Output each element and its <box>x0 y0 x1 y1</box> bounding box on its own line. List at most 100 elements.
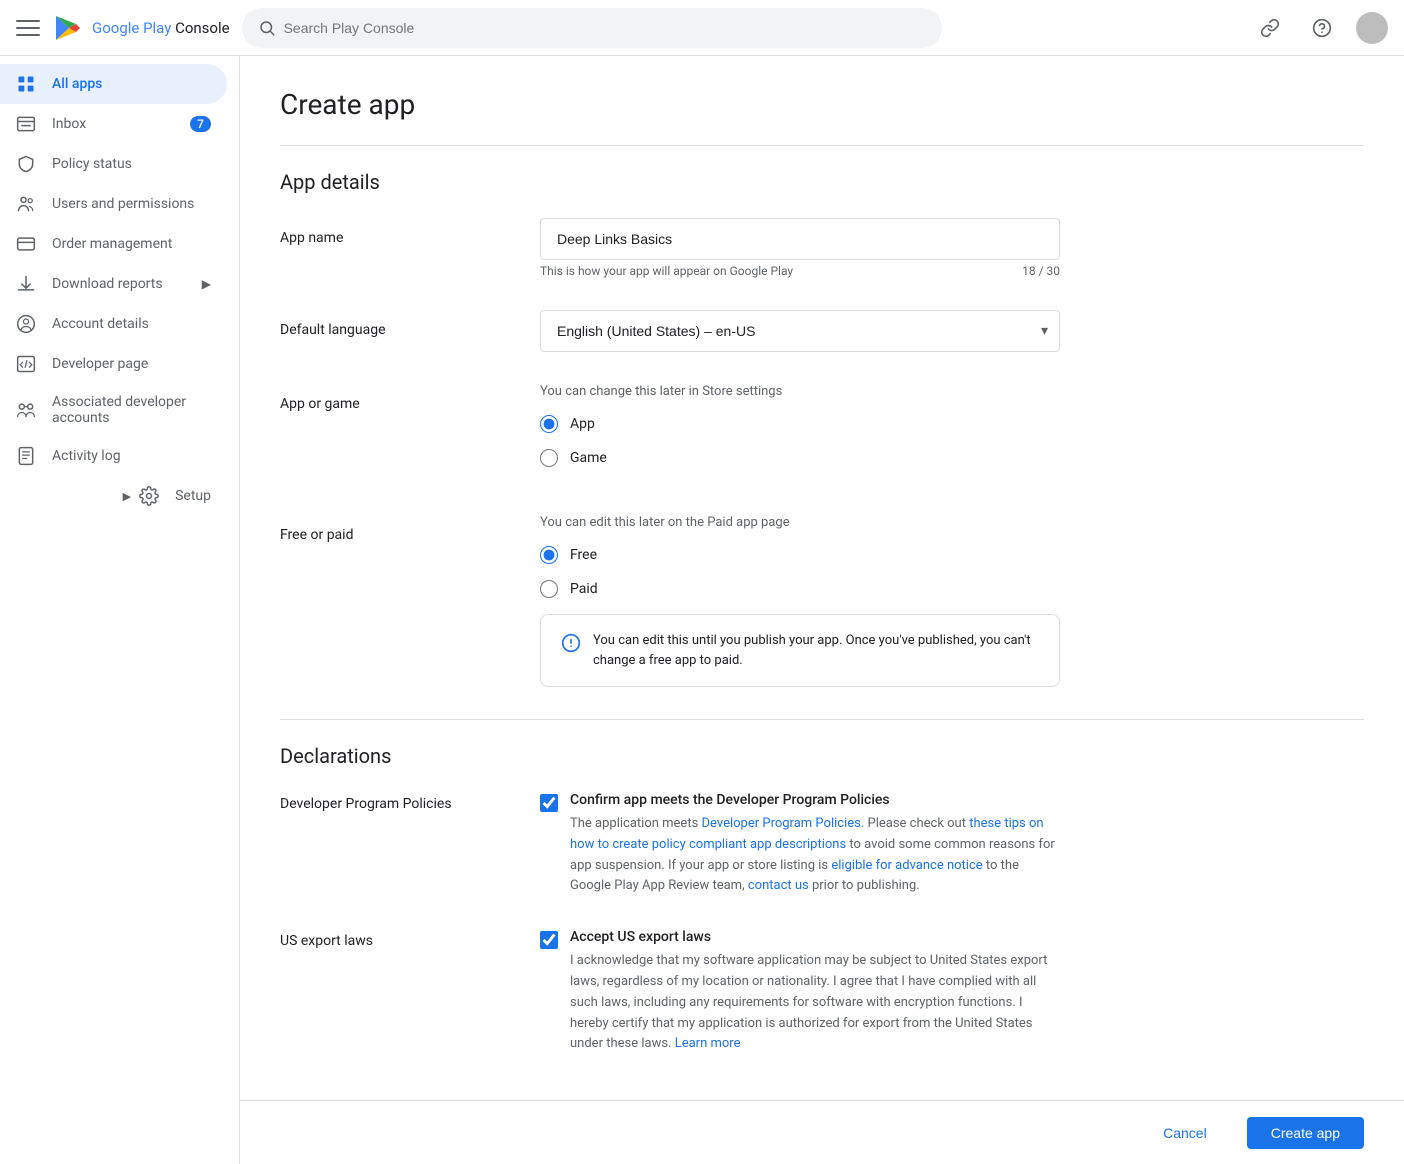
app-name-row: App name This is how your app will appea… <box>280 218 1364 278</box>
sidebar-item-label: Developer page <box>52 356 148 372</box>
sidebar-item-label: Users and permissions <box>52 196 194 212</box>
developer-program-checkbox[interactable] <box>540 794 558 812</box>
free-or-paid-row: Free or paid You can edit this later on … <box>280 515 1364 687</box>
us-export-laws-content: Accept US export laws I acknowledge that… <box>540 929 1060 1055</box>
sidebar-item-developer-page[interactable]: Developer page <box>0 344 227 384</box>
grid-icon <box>16 74 36 94</box>
radio-game[interactable]: Game <box>540 449 1060 467</box>
sidebar-item-label: Account details <box>52 316 149 332</box>
sidebar-item-account-details[interactable]: Account details <box>0 304 227 344</box>
avatar[interactable] <box>1356 12 1388 44</box>
sidebar-item-label: Setup <box>175 488 211 504</box>
sidebar-item-label: All apps <box>52 76 102 92</box>
sidebar-item-label: Associated developer accounts <box>52 394 211 426</box>
info-icon <box>561 633 581 653</box>
link-icon-button[interactable] <box>1252 10 1288 46</box>
expand-icon: ▶ <box>202 277 211 291</box>
developer-program-content: Confirm app meets the Developer Program … <box>540 792 1060 897</box>
advance-notice-link[interactable]: eligible for advance notice <box>831 858 982 873</box>
cancel-button[interactable]: Cancel <box>1139 1117 1231 1149</box>
topbar: Google Play Console <box>0 0 1404 56</box>
radio-free-label: Free <box>570 547 597 563</box>
developer-program-option: Confirm app meets the Developer Program … <box>540 792 1060 897</box>
radio-app-label: App <box>570 416 595 432</box>
sidebar-item-policy-status[interactable]: Policy status <box>0 144 227 184</box>
logo-text: Google Play Console <box>92 19 230 37</box>
default-language-row: Default language English (United States)… <box>280 310 1364 352</box>
radio-app[interactable]: App <box>540 415 1060 433</box>
sidebar: All apps Inbox 7 Policy status <box>0 56 240 1164</box>
sidebar-item-activity-log[interactable]: Activity log <box>0 436 227 476</box>
free-or-paid-field: You can edit this later on the Paid app … <box>540 515 1060 687</box>
us-export-laws-checkbox[interactable] <box>540 931 558 949</box>
app-name-hint-text: This is how your app will appear on Goog… <box>540 264 793 278</box>
default-language-field: English (United States) – en-US Spanish … <box>540 310 1060 352</box>
app-name-label: App name <box>280 218 500 246</box>
help-icon-button[interactable] <box>1304 10 1340 46</box>
app-details-heading: App details <box>280 170 1364 194</box>
search-icon <box>258 19 276 37</box>
sidebar-item-label: Activity log <box>52 448 121 464</box>
radio-paid[interactable]: Paid <box>540 580 1060 598</box>
bottom-bar: Cancel Create app <box>240 1100 1404 1164</box>
sidebar-item-setup[interactable]: ▶ Setup <box>0 476 227 516</box>
app-name-hint: This is how your app will appear on Goog… <box>540 264 1060 278</box>
radio-free[interactable]: Free <box>540 546 1060 564</box>
gear-icon <box>139 486 159 506</box>
divider-top <box>280 145 1364 146</box>
help-icon <box>1312 18 1332 38</box>
search-bar[interactable] <box>242 8 942 48</box>
us-export-laws-desc: I acknowledge that my software applicati… <box>570 951 1060 1055</box>
sidebar-item-users-permissions[interactable]: Users and permissions <box>0 184 227 224</box>
developer-program-label: Developer Program Policies <box>280 792 500 897</box>
contact-us-link[interactable]: contact us <box>748 878 809 893</box>
free-paid-info-text: You can edit this until you publish your… <box>593 631 1039 670</box>
topbar-actions <box>1252 10 1388 46</box>
logo[interactable]: Google Play Console <box>52 12 230 44</box>
app-name-char-count: 18 / 30 <box>1022 264 1060 278</box>
divider-declarations <box>280 719 1364 720</box>
document-icon <box>16 446 36 466</box>
default-language-label: Default language <box>280 310 500 338</box>
free-or-paid-label: Free or paid <box>280 515 500 543</box>
main-content: Create app App details App name This is … <box>240 56 1404 1164</box>
free-paid-info-box: You can edit this until you publish your… <box>540 614 1060 687</box>
radio-paid-input[interactable] <box>540 580 558 598</box>
default-language-select-wrap: English (United States) – en-US Spanish … <box>540 310 1060 352</box>
declarations-heading: Declarations <box>280 744 1364 768</box>
sidebar-item-inbox[interactable]: Inbox 7 <box>0 104 227 144</box>
app-name-input-wrap <box>540 218 1060 260</box>
developer-program-title: Confirm app meets the Developer Program … <box>570 792 1060 808</box>
developer-program-policies-link[interactable]: Developer Program Policies <box>702 816 861 831</box>
sidebar-item-label: Policy status <box>52 156 132 172</box>
inbox-icon <box>16 114 36 134</box>
radio-free-input[interactable] <box>540 546 558 564</box>
sidebar-item-associated-accounts[interactable]: Associated developer accounts <box>0 384 227 436</box>
create-app-button[interactable]: Create app <box>1247 1117 1364 1149</box>
sidebar-item-label: Download reports <box>52 276 163 292</box>
app-name-input[interactable] <box>540 218 1060 260</box>
radio-game-input[interactable] <box>540 449 558 467</box>
shield-icon <box>16 154 36 174</box>
sidebar-item-label: Order management <box>52 236 172 252</box>
search-input[interactable] <box>284 20 926 36</box>
sidebar-item-order-management[interactable]: Order management <box>0 224 227 264</box>
radio-paid-label: Paid <box>570 581 598 597</box>
credit-card-icon <box>16 234 36 254</box>
sidebar-item-all-apps[interactable]: All apps <box>0 64 227 104</box>
radio-app-input[interactable] <box>540 415 558 433</box>
app-or-game-field: You can change this later in Store setti… <box>540 384 1060 483</box>
default-language-select[interactable]: English (United States) – en-US Spanish … <box>540 310 1060 352</box>
us-export-laws-title: Accept US export laws <box>570 929 1060 945</box>
logo-icon <box>52 12 84 44</box>
person-circle-icon <box>16 314 36 334</box>
app-or-game-row: App or game You can change this later in… <box>280 384 1364 483</box>
us-export-laws-label: US export laws <box>280 929 500 1055</box>
us-export-laws-option: Accept US export laws I acknowledge that… <box>540 929 1060 1055</box>
menu-icon[interactable] <box>16 16 40 40</box>
page-title: Create app <box>280 88 1364 121</box>
app-or-game-label: App or game <box>280 384 500 412</box>
sidebar-item-download-reports[interactable]: Download reports ▶ <box>0 264 227 304</box>
developer-program-text-block: Confirm app meets the Developer Program … <box>570 792 1060 897</box>
learn-more-link[interactable]: Learn more <box>675 1036 741 1051</box>
